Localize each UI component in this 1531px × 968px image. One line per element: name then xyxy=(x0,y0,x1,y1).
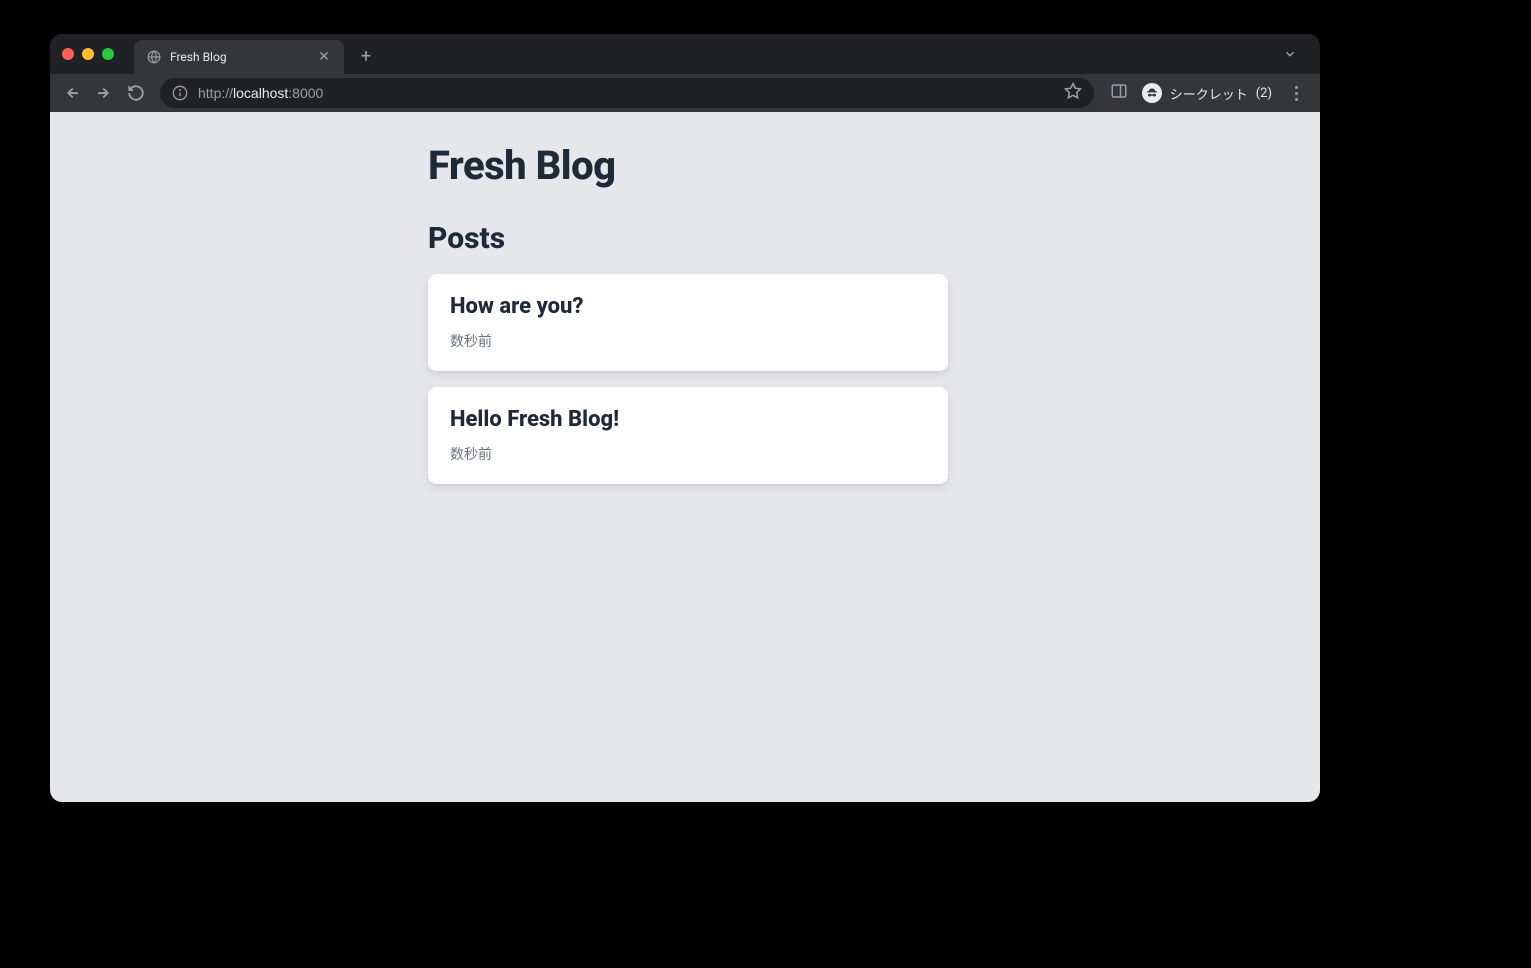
incognito-badge[interactable]: シークレット (2) xyxy=(1142,83,1272,103)
page-content: Fresh Blog Posts How are you? 数秒前 Hello … xyxy=(50,112,1320,802)
browser-window: Fresh Blog ✕ + xyxy=(50,34,1320,802)
section-heading: Posts xyxy=(428,221,948,256)
minimize-window-button[interactable] xyxy=(82,48,94,60)
post-card[interactable]: How are you? 数秒前 xyxy=(428,274,948,371)
post-timestamp: 数秒前 xyxy=(450,444,926,464)
url-port: :8000 xyxy=(288,85,323,101)
site-info-icon[interactable] xyxy=(172,85,188,101)
new-tab-button[interactable]: + xyxy=(352,42,380,70)
url-protocol: http:// xyxy=(198,85,233,101)
side-panel-icon[interactable] xyxy=(1110,82,1128,104)
post-timestamp: 数秒前 xyxy=(450,331,926,351)
tab-list-button[interactable] xyxy=(1280,44,1300,64)
tab-bar-right xyxy=(1280,44,1308,64)
bookmark-icon[interactable] xyxy=(1064,82,1082,104)
close-window-button[interactable] xyxy=(62,48,74,60)
toolbar-right: シークレット (2) xyxy=(1104,82,1312,104)
window-controls xyxy=(62,48,114,60)
url-host: localhost xyxy=(233,85,288,101)
post-title: Hello Fresh Blog! xyxy=(450,407,926,432)
tab-bar: Fresh Blog ✕ + xyxy=(50,34,1320,74)
forward-button[interactable] xyxy=(90,79,118,107)
url-text: http://localhost:8000 xyxy=(198,85,323,101)
post-card[interactable]: Hello Fresh Blog! 数秒前 xyxy=(428,387,948,484)
maximize-window-button[interactable] xyxy=(102,48,114,60)
reload-button[interactable] xyxy=(122,79,150,107)
toolbar: http://localhost:8000 xyxy=(50,74,1320,112)
address-bar[interactable]: http://localhost:8000 xyxy=(160,78,1094,108)
back-button[interactable] xyxy=(58,79,86,107)
blog-container: Fresh Blog Posts How are you? 数秒前 Hello … xyxy=(428,142,948,484)
incognito-icon xyxy=(1142,83,1162,103)
close-tab-button[interactable]: ✕ xyxy=(316,49,332,65)
globe-icon xyxy=(146,49,162,65)
browser-tab[interactable]: Fresh Blog ✕ xyxy=(134,40,344,74)
incognito-label: シークレット xyxy=(1170,84,1248,103)
post-title: How are you? xyxy=(450,294,926,319)
tab-title: Fresh Blog xyxy=(170,50,308,64)
incognito-count: (2) xyxy=(1256,86,1272,101)
more-menu-button[interactable] xyxy=(1286,86,1306,101)
page-title: Fresh Blog xyxy=(428,142,948,189)
